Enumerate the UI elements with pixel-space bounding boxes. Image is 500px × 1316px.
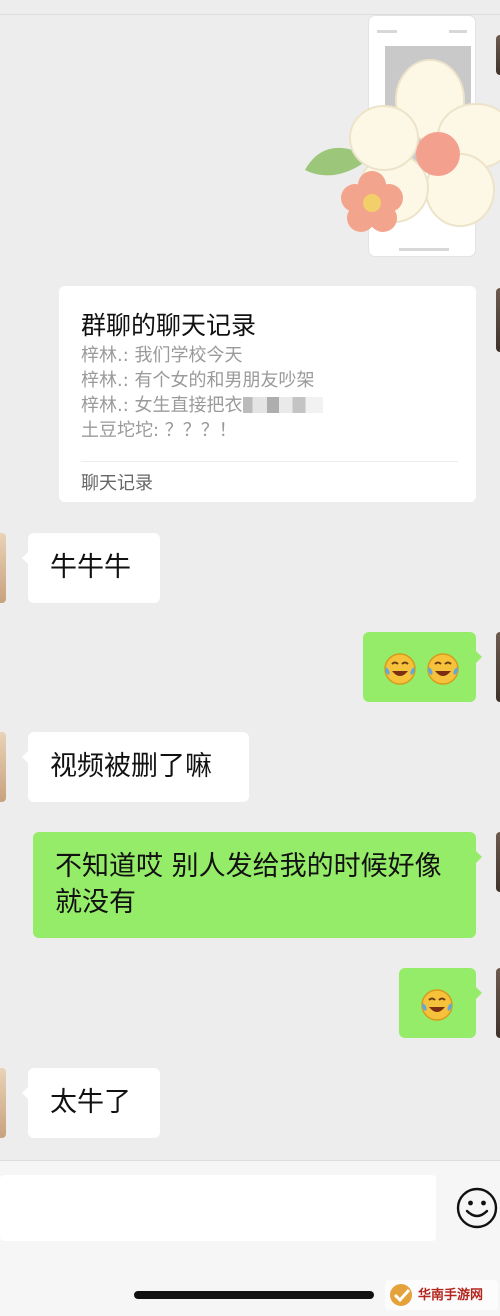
- chat-record-line: 梓林.: 有个女的和男朋友吵架: [81, 370, 315, 391]
- my-avatar[interactable]: [496, 968, 500, 1038]
- emoji-group: [420, 986, 454, 1022]
- message-input[interactable]: [0, 1175, 436, 1241]
- top-divider: [0, 14, 500, 15]
- my-avatar[interactable]: [496, 35, 500, 75]
- flower-sticker-icon: [305, 59, 500, 232]
- emoji-button-icon[interactable]: [455, 1186, 499, 1230]
- message-text: 不知道哎 别人发给我的时候好像就没有: [55, 851, 442, 918]
- chat-record-line: 梓林.: 女生直接把衣: [81, 394, 323, 418]
- chat-record-card[interactable]: 群聊的聊天记录 梓林.: 我们学校今天 梓林.: 有个女的和男朋友吵架 梓林.:…: [59, 286, 476, 502]
- status-line: [377, 30, 397, 33]
- chat-record-line: 梓林.: 我们学校今天: [81, 345, 243, 366]
- divider: [81, 461, 458, 462]
- chat-record-title: 群聊的聊天记录: [81, 311, 257, 340]
- chat-record-line: 土豆坨坨: ？？？！: [81, 420, 237, 441]
- emoji-group: [383, 650, 460, 686]
- friend-avatar[interactable]: [0, 533, 6, 603]
- watermark-text: 华南手游网: [418, 1288, 484, 1303]
- message-bubble[interactable]: 牛牛牛: [22, 533, 160, 603]
- chat-record-line-text: 梓林.: 女生直接把衣: [81, 395, 243, 416]
- chat-record-footer: 聊天记录: [81, 473, 153, 494]
- face-with-tears-of-joy-icon: [384, 652, 416, 685]
- my-avatar[interactable]: [496, 288, 500, 352]
- message-bubble[interactable]: 视频被删了嘛: [22, 732, 249, 802]
- message-bubble[interactable]: [399, 968, 482, 1038]
- status-line: [449, 30, 467, 33]
- home-indicator: [134, 1291, 374, 1299]
- message-text: 视频被删了嘛: [50, 751, 212, 782]
- message-bubble[interactable]: 太牛了: [22, 1068, 160, 1138]
- face-with-tears-of-joy-icon: [421, 988, 453, 1021]
- my-avatar[interactable]: [496, 632, 500, 702]
- message-text: 太牛了: [50, 1087, 131, 1118]
- friend-avatar[interactable]: [0, 1068, 6, 1138]
- blurred-text: [242, 397, 323, 413]
- message-text: 牛牛牛: [50, 552, 131, 583]
- friend-avatar[interactable]: [0, 732, 6, 802]
- my-avatar[interactable]: [496, 832, 500, 892]
- message-bubble[interactable]: [363, 632, 482, 702]
- message-bubble[interactable]: 不知道哎 别人发给我的时候好像就没有: [33, 832, 482, 938]
- face-with-tears-of-joy-icon: [426, 652, 459, 685]
